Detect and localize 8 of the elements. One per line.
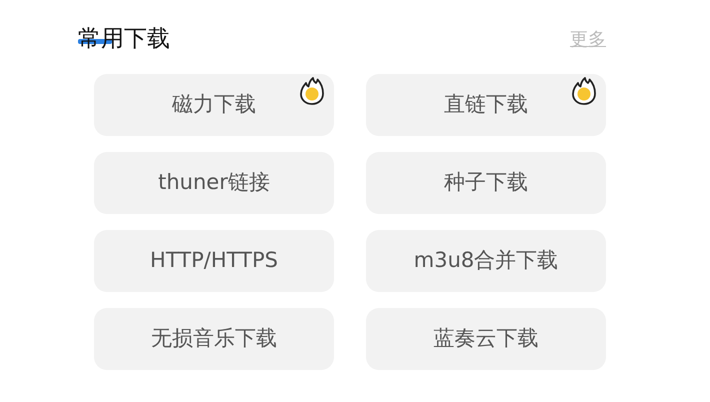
- download-button[interactable]: 蓝奏云下载: [366, 308, 606, 370]
- download-button[interactable]: m3u8合并下载: [366, 230, 606, 292]
- download-button[interactable]: 直链下载: [366, 74, 606, 136]
- download-button[interactable]: thuner链接: [94, 152, 334, 214]
- download-button[interactable]: 种子下载: [366, 152, 606, 214]
- download-button[interactable]: 磁力下载: [94, 74, 334, 136]
- download-button[interactable]: HTTP/HTTPS: [94, 230, 334, 292]
- download-button[interactable]: 无损音乐下载: [94, 308, 334, 370]
